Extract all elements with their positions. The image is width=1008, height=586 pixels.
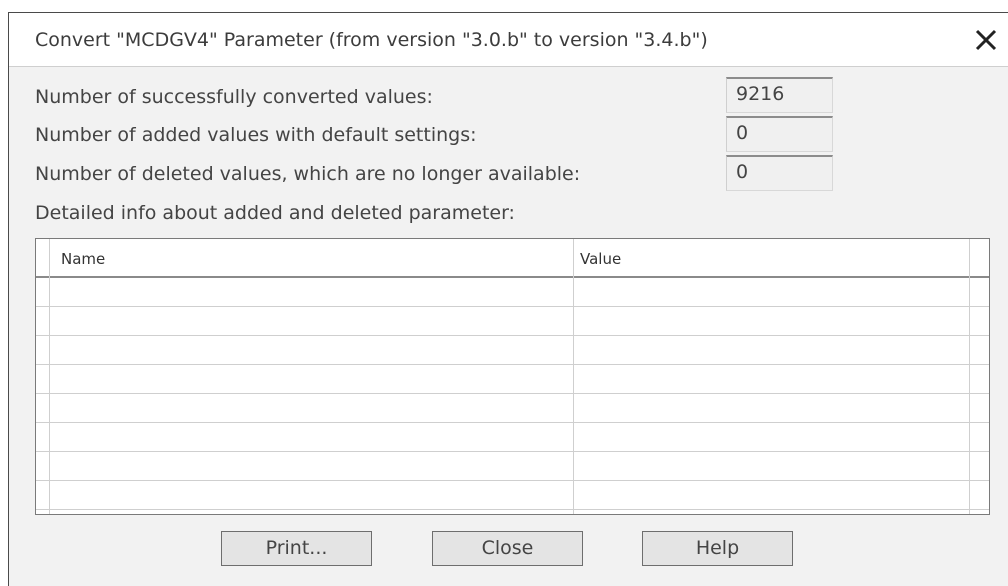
help-button[interactable]: Help: [642, 531, 793, 566]
parameter-table[interactable]: Name Value: [35, 238, 990, 515]
table-row[interactable]: [36, 307, 989, 336]
close-icon[interactable]: [971, 25, 1001, 55]
print-button[interactable]: Print...: [221, 531, 372, 566]
deleted-values-field: 0: [726, 155, 833, 191]
convert-parameter-dialog: Convert "MCDGV4" Parameter (from version…: [8, 12, 1008, 586]
column-header-name[interactable]: Name: [61, 250, 105, 268]
column-header-value[interactable]: Value: [580, 250, 621, 268]
detail-info-label: Detailed info about added and deleted pa…: [35, 202, 515, 224]
dialog-title: Convert "MCDGV4" Parameter (from version…: [35, 29, 708, 51]
dialog-titlebar: Convert "MCDGV4" Parameter (from version…: [9, 13, 1008, 67]
deleted-values-label: Number of deleted values, which are no l…: [35, 163, 581, 185]
table-row[interactable]: [36, 423, 989, 452]
table-row[interactable]: [36, 336, 989, 365]
added-values-label: Number of added values with default sett…: [35, 124, 477, 146]
table-row[interactable]: [36, 278, 989, 307]
added-values-field: 0: [726, 116, 833, 152]
table-header: Name Value: [36, 239, 989, 278]
converted-values-label: Number of successfully converted values:: [35, 86, 433, 108]
table-row[interactable]: [36, 452, 989, 481]
close-button[interactable]: Close: [432, 531, 583, 566]
table-row[interactable]: [36, 394, 989, 423]
converted-values-field: 9216: [726, 77, 833, 113]
table-row[interactable]: [36, 365, 989, 394]
table-row[interactable]: [36, 481, 989, 510]
